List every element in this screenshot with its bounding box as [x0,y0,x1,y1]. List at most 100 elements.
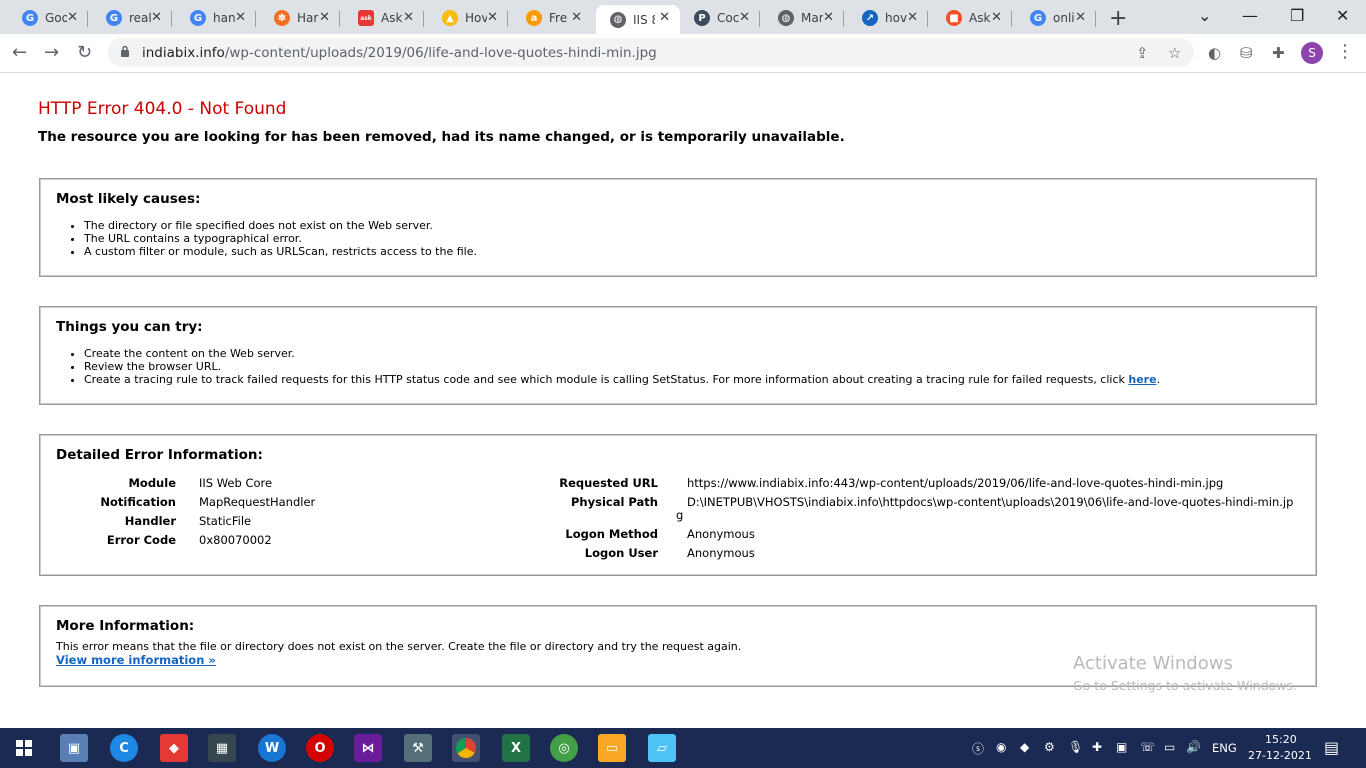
kebab-menu-icon[interactable]: ⋮ [1336,41,1354,62]
calculator-icon[interactable]: ▦ [208,734,236,762]
visual-studio-icon[interactable]: ⋈ [354,734,382,762]
tab-close-icon[interactable]: ✕ [907,10,918,25]
control-panel-icon[interactable]: ▣ [60,734,88,762]
chrome-icon[interactable] [452,734,480,762]
tab-2[interactable]: Ghan ✕ [176,5,256,31]
tab-10[interactable]: ↗ hov ✕ [848,5,928,31]
tab-close-icon[interactable]: ✕ [991,10,1002,25]
profile-avatar[interactable]: S [1301,42,1323,64]
logon-user-label: Logon User [584,546,658,560]
puzzle-extensions-icon[interactable]: ✚ [1272,44,1285,62]
tab-close-icon[interactable]: ✕ [151,10,162,25]
activate-windows-subtitle: Go to Settings to activate Windows. [1073,678,1297,693]
pocket-icon: P [694,10,710,26]
speaker-icon[interactable]: 🔊 [1186,740,1201,754]
tab-title: Mar [801,11,823,25]
windows-start-icon[interactable] [16,740,32,756]
tab-close-icon[interactable]: ✕ [571,10,582,25]
list-item: A custom filter or module, such as URLSc… [84,245,477,258]
error-title: HTTP Error 404.0 - Not Found [38,99,287,119]
bookmark-star-icon[interactable]: ☆ [1168,44,1181,62]
new-tab-button[interactable]: + [1109,6,1127,31]
tab-search-icon[interactable]: ⌄ [1198,6,1211,25]
tab-separator [843,11,844,27]
google-icon: G [106,10,122,26]
ccleaner-icon[interactable]: C [110,734,138,762]
tab-close-icon[interactable]: ✕ [823,10,834,25]
tab-separator [759,11,760,27]
tab-separator [1095,11,1096,27]
tab-1[interactable]: Greal ✕ [92,5,172,31]
tab-separator [87,11,88,27]
extension-badge-icon[interactable]: ⛁ [1240,44,1253,62]
tray-shield-icon[interactable]: ✚ [1092,740,1102,754]
extension-icon[interactable]: ◐ [1208,44,1221,62]
tab-separator [927,11,928,27]
tab-12[interactable]: Gonli ✕ [1016,5,1096,31]
share-icon[interactable]: ⇪ [1136,44,1149,62]
url-text[interactable]: indiabix.info/wp-content/uploads/2019/06… [142,45,657,61]
tab-7[interactable]: ◍ IIS 8 ✕ [596,5,680,34]
network-icon[interactable]: ☏ [1140,740,1155,754]
error-subtitle: The resource you are looking for has bee… [38,129,845,145]
tray-display-icon[interactable]: ▣ [1116,740,1127,754]
tab-6[interactable]: a Fre ✕ [512,5,592,31]
causes-list: The directory or file specified does not… [84,219,477,258]
tab-5[interactable]: ▲ Hov ✕ [428,5,508,31]
language-indicator[interactable]: ENG [1212,741,1237,755]
anydesk-tray-icon[interactable]: ◆ [1020,740,1029,754]
app-w-icon[interactable]: W [258,734,286,762]
tab-separator [423,11,424,27]
address-bar[interactable]: indiabix.info/wp-content/uploads/2019/06… [108,38,1194,67]
clock-date[interactable]: 27-12-2021 [1248,749,1312,762]
tab-8[interactable]: P Coc ✕ [680,5,760,31]
tab-4[interactable]: ask Ask ✕ [344,5,424,31]
tab-separator [507,11,508,27]
notification-center-icon[interactable]: ▤ [1324,738,1339,757]
tab-title: Har [297,11,319,25]
tab-separator [339,11,340,27]
forward-icon[interactable]: → [44,42,59,63]
physical-path-value: D:\INETPUB\VHOSTS\indiabix.info\httpdocs… [687,495,1294,509]
view-more-link[interactable]: View more information » [56,653,216,667]
green-app-icon[interactable]: ◎ [550,734,578,762]
tab-close-icon[interactable]: ✕ [235,10,246,25]
tab-9[interactable]: ◍ Mar ✕ [764,5,844,31]
tab-3[interactable]: ✽ Har ✕ [260,5,340,31]
module-label: Module [128,476,176,490]
tab-title: Hov [465,11,487,25]
microphone-icon[interactable]: 🎙 [1068,740,1083,754]
excel-icon[interactable]: X [502,734,530,762]
file-explorer-icon[interactable]: ▭ [598,734,626,762]
tab-close-icon[interactable]: ✕ [67,10,78,25]
opera-icon[interactable]: O [306,734,334,762]
minimize-icon[interactable]: — [1242,6,1258,25]
tab-11[interactable]: ■ Ask ✕ [932,5,1012,31]
clock-time[interactable]: 15:20 [1265,733,1297,746]
error-code-label: Error Code [106,533,176,547]
tab-close-icon[interactable]: ✕ [319,10,330,25]
tab-close-icon[interactable]: ✕ [403,10,414,25]
anydesk-icon[interactable]: ◆ [160,734,188,762]
restore-icon[interactable]: ❐ [1290,6,1304,25]
battery-icon[interactable]: ▭ [1164,740,1175,754]
tab-close-icon[interactable]: ✕ [487,10,498,25]
close-window-icon[interactable]: ✕ [1336,6,1349,25]
tab-0[interactable]: G Goo ✕ [8,5,88,31]
app-slanted-icon[interactable]: ▱ [648,734,676,762]
tab-close-icon[interactable]: ✕ [1075,10,1086,25]
reload-icon[interactable]: ↻ [77,42,92,63]
skype-icon[interactable]: ⓢ [972,740,984,757]
here-link[interactable]: here [1128,373,1156,386]
requested-url-value: https://www.indiabix.info:443/wp-content… [687,476,1224,490]
tab-close-icon[interactable]: ✕ [739,10,750,25]
tools-icon[interactable]: ⚒ [404,734,432,762]
module-value: IIS Web Core [199,476,273,490]
tab-close-icon[interactable]: ✕ [659,10,670,25]
google-icon: G [22,10,38,26]
back-icon[interactable]: ← [12,42,27,63]
tray-tool-icon[interactable]: ⚙ [1044,740,1055,754]
lock-icon[interactable] [120,45,130,57]
tray-app-icon[interactable]: ◉ [996,740,1006,754]
details-heading: Detailed Error Information: [56,447,263,463]
